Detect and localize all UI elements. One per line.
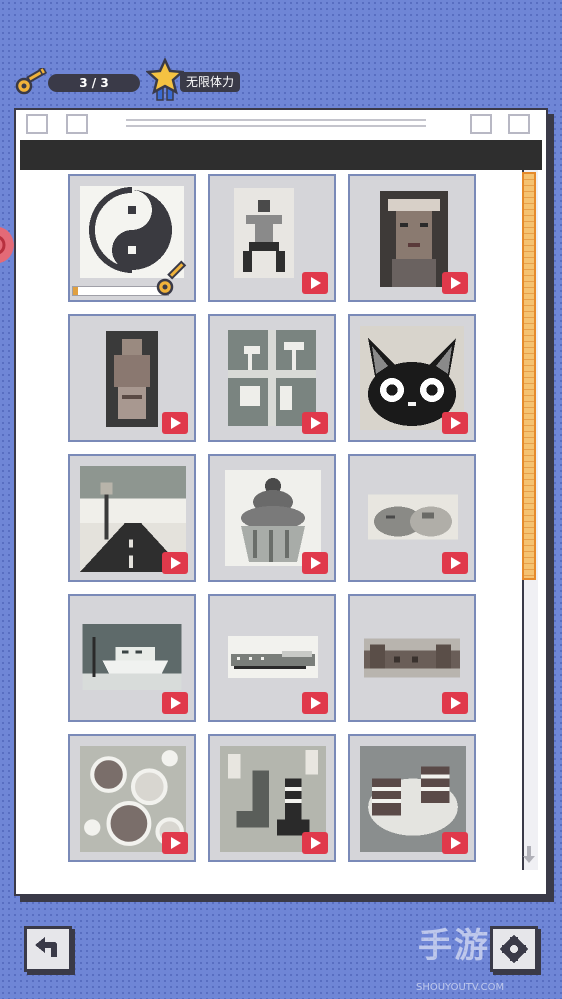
puzzle-grid bbox=[20, 170, 520, 870]
puzzle-card-great-wall[interactable] bbox=[348, 594, 476, 722]
puzzle-card-yin-yang[interactable] bbox=[68, 174, 196, 302]
video-play-icon[interactable] bbox=[442, 832, 468, 854]
martial-artist-thumbnail bbox=[234, 188, 294, 278]
video-play-icon[interactable] bbox=[162, 832, 188, 854]
video-play-icon[interactable] bbox=[442, 412, 468, 434]
window-header-bar bbox=[20, 140, 542, 170]
puzzle-card-stone-monk-statue[interactable] bbox=[68, 314, 196, 442]
scroll-thumb[interactable] bbox=[522, 172, 536, 580]
key-icon bbox=[156, 260, 187, 296]
video-play-icon[interactable] bbox=[442, 692, 468, 714]
puzzle-card-sleeping-cats[interactable] bbox=[348, 454, 476, 582]
watermark-subtext: SHOUYOUTV.COM bbox=[416, 982, 505, 993]
puzzle-card-lemon-slices[interactable] bbox=[68, 734, 196, 862]
puzzle-card-martial-artist[interactable] bbox=[208, 174, 336, 302]
back-arrow-icon bbox=[35, 937, 57, 957]
progress-fill bbox=[73, 287, 78, 295]
titlebar-button[interactable] bbox=[66, 114, 88, 134]
sleeping-cats-thumbnail bbox=[368, 494, 458, 540]
settings-button[interactable] bbox=[490, 926, 538, 972]
great-wall-thumbnail bbox=[364, 638, 460, 678]
video-play-icon[interactable] bbox=[302, 552, 328, 574]
keys-count-label: 3 / 3 bbox=[48, 74, 140, 92]
puzzle-card-window-palm-trees[interactable] bbox=[208, 314, 336, 442]
puzzle-card-black-cat[interactable] bbox=[348, 314, 476, 442]
puzzle-card-mittens[interactable] bbox=[348, 734, 476, 862]
opera-mask-thumbnail bbox=[380, 191, 448, 287]
puzzle-card-ferry-boat[interactable] bbox=[68, 594, 196, 722]
puzzle-card-socks[interactable] bbox=[208, 734, 336, 862]
train-thumbnail bbox=[228, 636, 318, 678]
titlebar-button[interactable] bbox=[470, 114, 492, 134]
video-play-icon[interactable] bbox=[302, 692, 328, 714]
stone-monk-statue-thumbnail bbox=[106, 331, 158, 427]
video-play-icon[interactable] bbox=[162, 692, 188, 714]
keys-counter: 3 / 3 bbox=[14, 68, 140, 96]
titlebar-button[interactable] bbox=[26, 114, 48, 134]
titlebar-button[interactable] bbox=[508, 114, 530, 134]
titlebar-stripe bbox=[126, 119, 426, 121]
video-play-icon[interactable] bbox=[302, 832, 328, 854]
scroll-down-arrow-icon[interactable] bbox=[523, 846, 535, 864]
star-medal-icon bbox=[146, 58, 184, 101]
puzzle-card-cupcake[interactable] bbox=[208, 454, 336, 582]
ferry-boat-thumbnail bbox=[82, 624, 182, 690]
key-icon bbox=[15, 68, 47, 95]
video-play-icon[interactable] bbox=[302, 412, 328, 434]
puzzle-card-opera-mask[interactable] bbox=[348, 174, 476, 302]
puzzle-card-train[interactable] bbox=[208, 594, 336, 722]
puzzle-card-road-highway[interactable] bbox=[68, 454, 196, 582]
video-play-icon[interactable] bbox=[162, 412, 188, 434]
stamina-label: 无限体力 bbox=[180, 72, 241, 92]
gear-icon bbox=[499, 934, 529, 964]
video-play-icon[interactable] bbox=[442, 552, 468, 574]
titlebar-stripe bbox=[126, 125, 426, 127]
vertical-scrollbar[interactable] bbox=[520, 170, 538, 870]
video-play-icon[interactable] bbox=[302, 272, 328, 294]
back-button[interactable] bbox=[24, 926, 72, 972]
unlimited-stamina-badge: 无限体力 bbox=[146, 58, 258, 102]
video-play-icon[interactable] bbox=[442, 272, 468, 294]
window-titlebar bbox=[16, 110, 546, 140]
video-play-icon[interactable] bbox=[162, 552, 188, 574]
puzzle-window bbox=[14, 108, 548, 896]
